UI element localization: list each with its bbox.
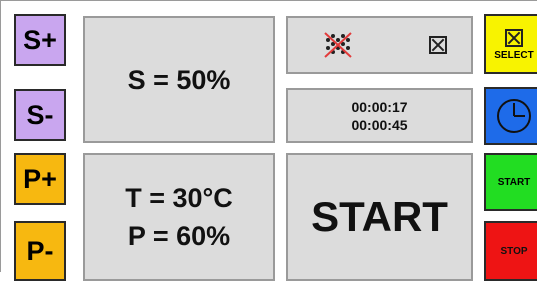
- pressure-value: P = 60%: [127, 221, 231, 251]
- control-panel: S+ S- P+ P- S = 50% T = 30°C P = 60% 00:…: [0, 0, 537, 281]
- total-time: 00:00:45: [351, 116, 408, 133]
- temperature-value: T = 30°C: [125, 183, 233, 213]
- main-start-label: START: [311, 193, 448, 240]
- speed-decrease-label: S-: [26, 99, 54, 130]
- pressure-increase-button[interactable]: P+: [14, 153, 66, 205]
- pressure-increase-label: P+: [23, 163, 57, 194]
- stop-button[interactable]: STOP: [484, 221, 537, 281]
- temperature-pressure-display: T = 30°C P = 60%: [83, 153, 275, 281]
- select-label: SELECT: [494, 50, 534, 61]
- pressure-decrease-button[interactable]: P-: [14, 221, 66, 281]
- elapsed-time: 00:00:17: [351, 98, 408, 115]
- spray-status-panel: [286, 16, 473, 74]
- checkbox-x-icon[interactable]: [429, 36, 447, 54]
- start-button[interactable]: START: [484, 153, 537, 211]
- stop-label: STOP: [500, 245, 528, 257]
- select-button[interactable]: SELECT: [484, 14, 537, 74]
- no-spray-icon[interactable]: [322, 30, 354, 60]
- speed-decrease-button[interactable]: S-: [14, 89, 66, 141]
- select-x-icon: [505, 29, 523, 47]
- start-label: START: [497, 176, 531, 188]
- main-start-button[interactable]: START: [286, 153, 473, 281]
- timer-display: 00:00:17 00:00:45: [286, 88, 473, 143]
- speed-display: S = 50%: [83, 16, 275, 143]
- speed-increase-label: S+: [23, 24, 57, 55]
- pressure-decrease-label: P-: [26, 235, 54, 266]
- timer-button[interactable]: [484, 87, 537, 145]
- speed-value: S = 50%: [127, 64, 231, 95]
- clock-icon: [494, 96, 534, 136]
- speed-increase-button[interactable]: S+: [14, 14, 66, 66]
